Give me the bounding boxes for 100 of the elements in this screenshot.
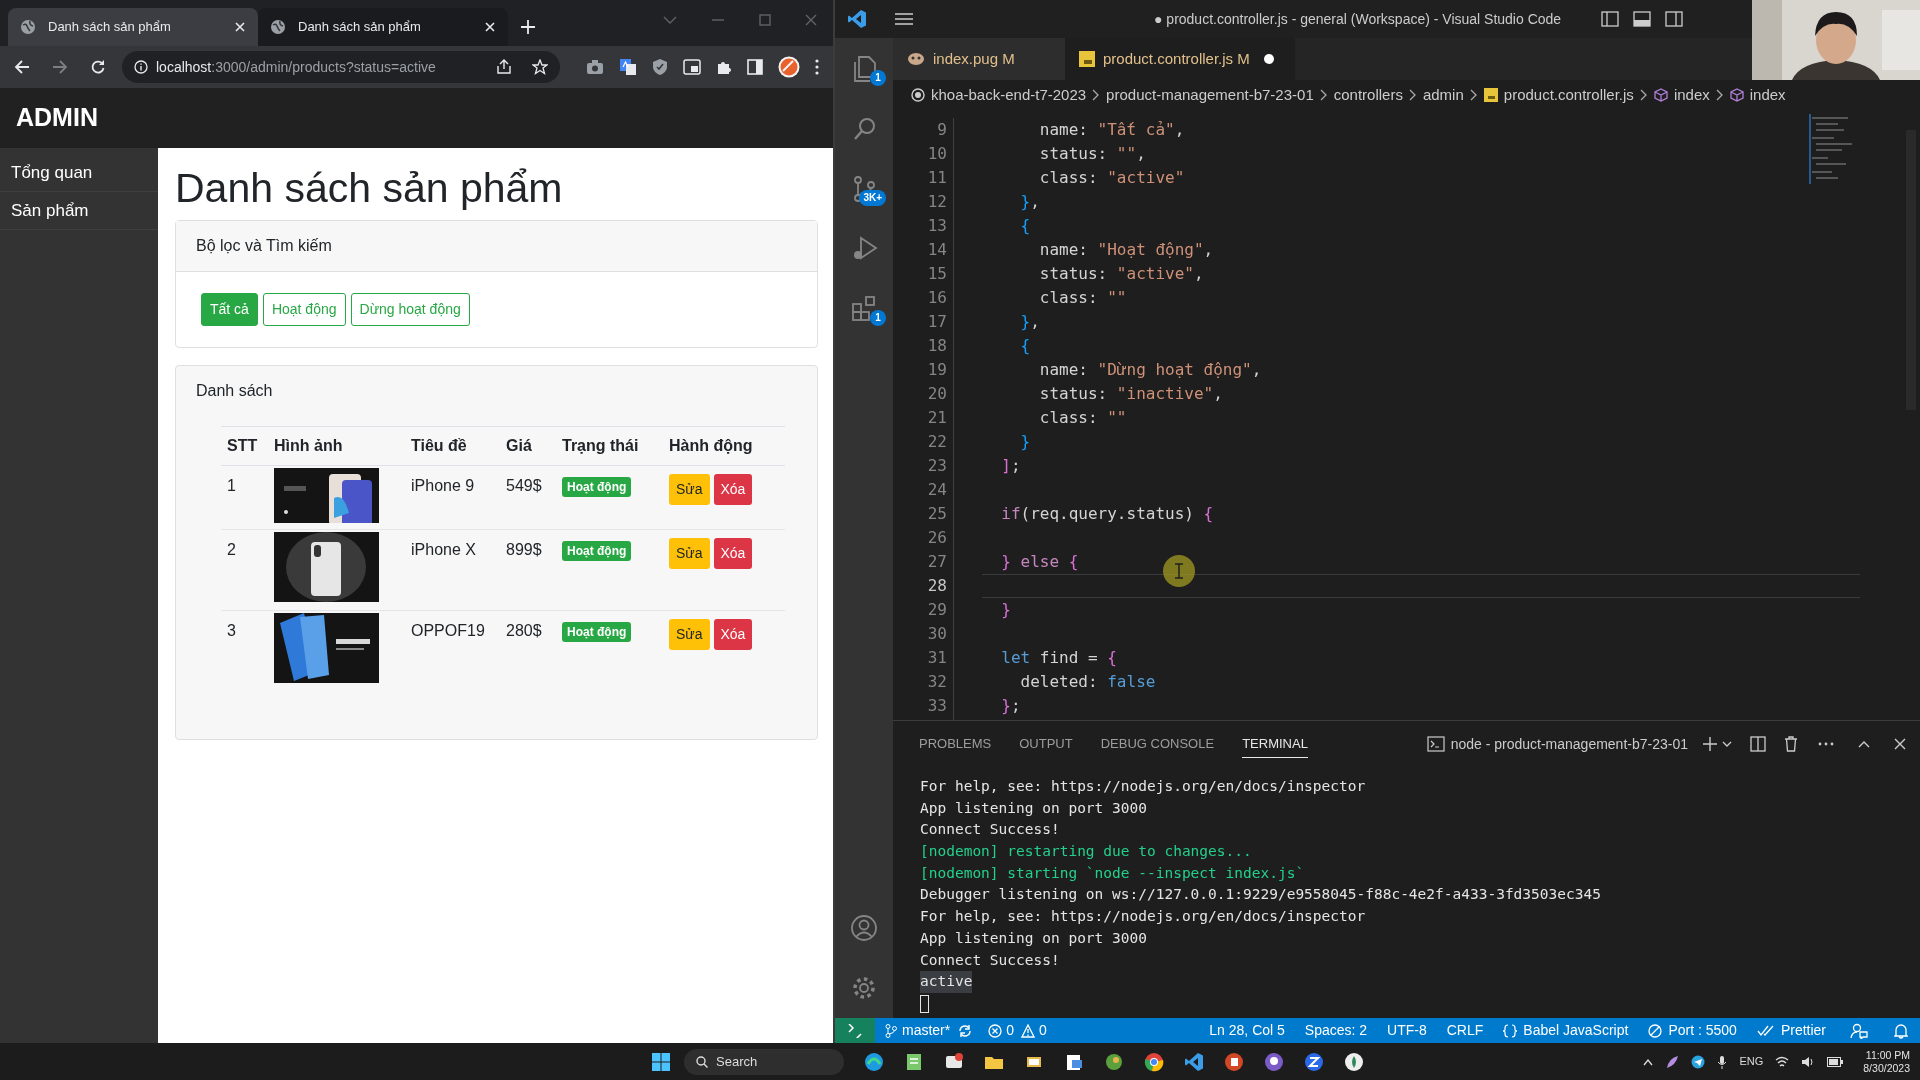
globe-icon xyxy=(270,19,286,35)
address-bar[interactable]: localhost:3000/admin/products?status=active xyxy=(122,51,560,83)
star-icon[interactable] xyxy=(532,59,548,75)
edit-button[interactable]: Sửa xyxy=(669,619,710,650)
delete-button[interactable]: Xóa xyxy=(713,474,753,505)
line-number: 14 xyxy=(927,239,947,261)
shield-icon[interactable] xyxy=(652,58,668,76)
breadcrumb-item[interactable]: product-management-b7-23-01 xyxy=(1106,83,1314,107)
column-header: STT xyxy=(227,437,258,454)
no-entry-icon xyxy=(1648,1023,1663,1038)
terminal-line: For help, see: https://nodejs.org/en/docs/inspector xyxy=(920,907,1366,927)
new-tab-icon[interactable] xyxy=(520,19,536,35)
wifi-icon[interactable] xyxy=(1775,1055,1790,1068)
picture-in-picture-icon[interactable] xyxy=(683,59,701,75)
status-item[interactable]: UTF-8 xyxy=(1387,1020,1427,1041)
more-icon[interactable] xyxy=(1818,742,1834,746)
panel-tab[interactable]: PROBLEMS xyxy=(919,730,992,758)
clock-time[interactable]: 11:00 PM xyxy=(1865,1048,1910,1062)
delete-button[interactable]: Xóa xyxy=(713,619,753,650)
extensions-icon[interactable] xyxy=(850,294,878,322)
clock-date[interactable]: 8/30/2023 xyxy=(1863,1061,1910,1075)
sync-icon[interactable] xyxy=(958,1023,973,1038)
line-number: 25 xyxy=(927,503,947,525)
split-layout-icon[interactable] xyxy=(1665,11,1684,27)
status-item[interactable]: Babel JavaScript xyxy=(1503,1020,1629,1041)
app-icon[interactable] xyxy=(1344,1051,1364,1072)
problems-button[interactable]: 0 0 xyxy=(988,1020,1047,1041)
browser-icon[interactable] xyxy=(864,1051,884,1072)
sidebar-toggle-icon[interactable] xyxy=(1601,11,1620,27)
status-item[interactable]: CRLF xyxy=(1446,1020,1484,1041)
kebab-menu-icon[interactable] xyxy=(815,59,819,75)
status-item[interactable]: Prettier xyxy=(1756,1020,1826,1041)
edit-button[interactable]: Sửa xyxy=(669,474,710,505)
chrome-icon[interactable] xyxy=(1144,1051,1164,1072)
line-number: 11 xyxy=(927,167,947,189)
translate-icon[interactable] xyxy=(619,58,637,76)
telegram-icon[interactable] xyxy=(1691,1054,1706,1069)
browser-tab[interactable]: Danh sách sản phẩm xyxy=(8,8,258,46)
camera-icon[interactable] xyxy=(586,59,604,75)
volume-icon[interactable] xyxy=(1801,1055,1816,1068)
windows-start-icon[interactable] xyxy=(652,1052,670,1071)
chevron-right-icon xyxy=(1639,89,1648,101)
app-icon[interactable] xyxy=(1104,1051,1124,1072)
panel-tab[interactable]: OUTPUT xyxy=(1019,730,1073,758)
column-header: Tiêu đề xyxy=(411,437,467,454)
status-item[interactable]: Port : 5500 xyxy=(1648,1020,1737,1041)
chevron-up-icon[interactable] xyxy=(1858,740,1870,748)
sidebar-link[interactable]: Tổng quan xyxy=(11,159,93,186)
delete-button[interactable]: Xóa xyxy=(713,538,753,569)
share-icon[interactable] xyxy=(496,59,512,75)
menu-icon[interactable] xyxy=(895,12,913,26)
back-icon[interactable] xyxy=(14,59,30,75)
editor-tab[interactable]: product.controller.js M xyxy=(1065,38,1295,80)
breadcrumb-item[interactable]: controllers xyxy=(1333,83,1403,107)
breadcrumb-item[interactable]: index xyxy=(1749,83,1786,107)
language-indicator[interactable]: ENG xyxy=(1739,1053,1764,1070)
sidebar-link[interactable]: Sản phẩm xyxy=(11,197,89,224)
microphone-icon[interactable] xyxy=(1717,1054,1728,1069)
panel-tab[interactable]: TERMINAL xyxy=(1242,730,1308,758)
breadcrumb-item[interactable]: admin xyxy=(1422,83,1464,107)
bell-icon[interactable] xyxy=(1894,1022,1908,1039)
notepad-icon[interactable] xyxy=(904,1051,924,1072)
editor-tab[interactable]: index.pug M xyxy=(893,38,1065,80)
forward-icon[interactable] xyxy=(52,59,68,75)
line-number: 26 xyxy=(927,527,947,549)
split-icon[interactable] xyxy=(1750,736,1766,752)
trash-icon[interactable] xyxy=(1784,736,1798,752)
search-field[interactable]: Search xyxy=(684,1048,844,1075)
reload-icon[interactable] xyxy=(90,59,106,75)
panel-toggle-icon[interactable] xyxy=(1633,11,1652,27)
battery-icon[interactable] xyxy=(1827,1056,1844,1067)
status-item[interactable]: Spaces: 2 xyxy=(1304,1020,1368,1041)
feather-icon[interactable] xyxy=(1665,1054,1680,1069)
vscode-icon[interactable] xyxy=(1184,1051,1204,1072)
settings-icon[interactable] xyxy=(850,974,878,1002)
remote-button[interactable] xyxy=(835,1018,875,1043)
terminal-line: Connect Success! xyxy=(920,820,1060,840)
chevron-up-icon[interactable] xyxy=(1643,1057,1654,1066)
panel-tab[interactable]: DEBUG CONSOLE xyxy=(1100,730,1215,758)
feedback-icon[interactable] xyxy=(1850,1022,1868,1039)
terminal-name[interactable]: node - product-management-b7-23-01 xyxy=(1450,733,1688,755)
puzzle-icon[interactable] xyxy=(716,59,732,75)
branch-button[interactable]: master* xyxy=(885,1020,951,1041)
app-icon[interactable] xyxy=(1264,1051,1284,1072)
cube-icon xyxy=(1653,88,1668,102)
presentation-icon[interactable] xyxy=(1224,1051,1244,1072)
avatar-icon[interactable] xyxy=(778,56,800,78)
browser-tab[interactable]: Danh sách sản phẩm xyxy=(258,8,508,46)
status-item[interactable]: Ln 28, Col 5 xyxy=(1209,1020,1285,1041)
chat-icon[interactable] xyxy=(1304,1051,1324,1072)
breadcrumb-item[interactable]: index xyxy=(1673,83,1710,107)
pug-file-icon xyxy=(907,52,925,66)
breadcrumb-item[interactable]: khoa-back-end-t7-2023 xyxy=(931,83,1087,107)
edit-button[interactable]: Sửa xyxy=(669,538,710,569)
plus-icon[interactable] xyxy=(1702,736,1718,752)
maximize-icon[interactable] xyxy=(759,14,771,26)
side-panel-icon[interactable] xyxy=(747,59,763,75)
breadcrumb-item[interactable]: product.controller.js xyxy=(1503,83,1634,107)
line-number: 29 xyxy=(927,599,947,621)
account-icon[interactable] xyxy=(850,914,878,942)
